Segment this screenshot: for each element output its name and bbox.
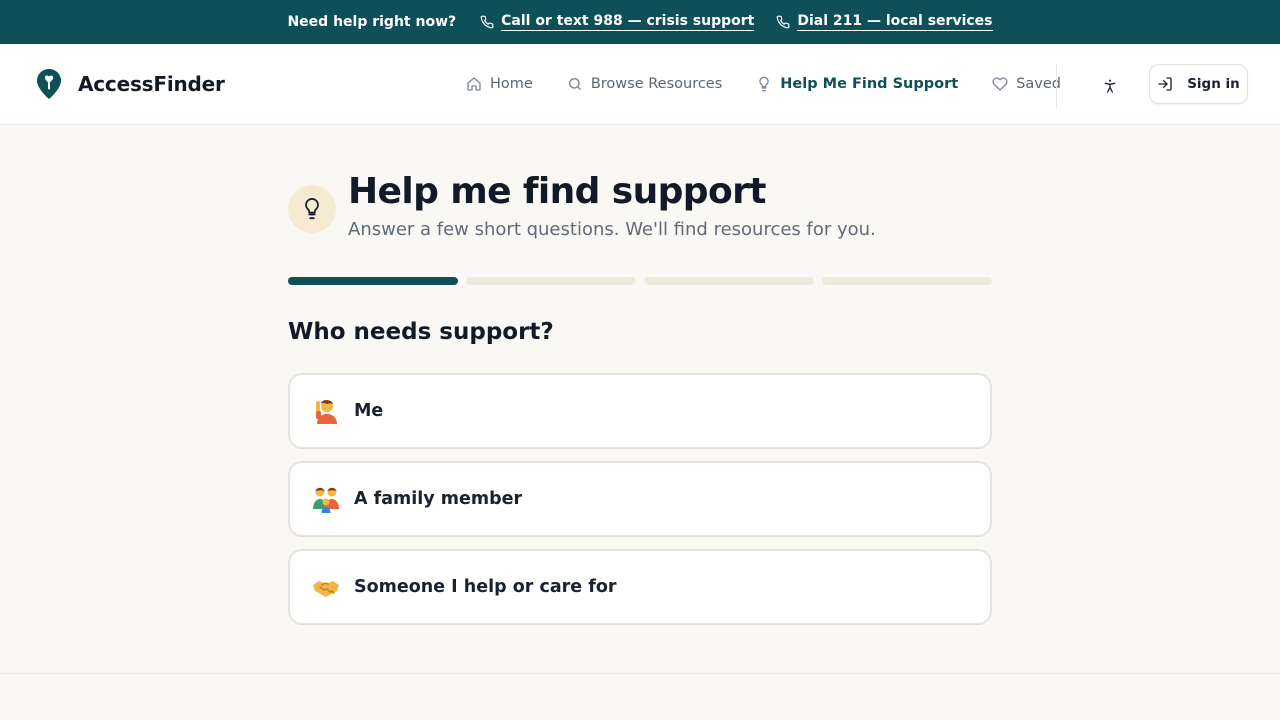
nav-item-label: Browse Resources (590, 76, 723, 92)
dial-211-link[interactable]: Dial 211 — local services (776, 13, 993, 31)
sign-in-label: Sign in (1187, 76, 1240, 92)
question-heading: Who needs support? (288, 319, 554, 345)
crisis-label: Need help right now? (287, 14, 457, 30)
option-someone-i-care-for[interactable]: Someone I help or care for (288, 549, 992, 625)
sign-in-button[interactable]: Sign in (1149, 64, 1248, 104)
option-me[interactable]: Me (288, 373, 992, 449)
phone-icon (480, 15, 494, 29)
progress-step-2 (466, 277, 636, 285)
person-raising-hand-icon (312, 397, 340, 425)
progress-step-3 (644, 277, 814, 285)
lightbulb-icon (759, 76, 769, 92)
nav-item-label: Home (490, 76, 533, 92)
option-label: A family member (354, 489, 523, 509)
main-nav: Home Browse Resources Help Me Find Suppo… (466, 72, 1061, 96)
phone-icon (777, 15, 790, 29)
brand-name: AccessFinder (78, 72, 225, 96)
nav-item-help-me-find-support[interactable]: Help Me Find Support (756, 76, 958, 92)
accessibility-button[interactable] (1098, 74, 1122, 98)
answer-options: Me A family member Someone I help or car… (288, 373, 992, 637)
handshake-icon (312, 573, 340, 601)
page-title: Help me find support (348, 171, 766, 212)
dial-211-link-text: Dial 211 — local services (797, 13, 993, 31)
step-progress (288, 277, 992, 285)
option-label: Someone I help or care for (354, 577, 617, 597)
nav-item-saved[interactable]: Saved (992, 76, 1061, 92)
progress-step-4 (822, 277, 992, 285)
crisis-banner: Need help right now? Call or text 988 — … (0, 0, 1280, 44)
page-subtitle: Answer a few short questions. We'll find… (348, 219, 876, 240)
call-988-link-text: Call or text 988 — crisis support (501, 13, 755, 31)
option-family-member[interactable]: A family member (288, 461, 992, 537)
option-label: Me (354, 401, 384, 421)
nav-item-label: Saved (1016, 76, 1061, 92)
wizard-badge (288, 185, 336, 233)
site-header: AccessFinder Home Browse Resources Help … (0, 44, 1280, 125)
nav-divider (1056, 64, 1057, 108)
footer-divider (0, 673, 1280, 674)
accessibility-icon (1104, 79, 1116, 93)
progress-step-1 (288, 277, 458, 285)
heart-icon (992, 77, 1008, 91)
sign-in-icon (1158, 77, 1172, 91)
family-icon (312, 485, 340, 513)
location-pin-icon (37, 69, 61, 99)
call-988-link[interactable]: Call or text 988 — crisis support (480, 13, 755, 31)
nav-item-browse-resources[interactable]: Browse Resources (567, 76, 722, 92)
home-icon (467, 77, 481, 91)
brand-logo[interactable]: AccessFinder (36, 68, 225, 100)
search-icon (568, 78, 581, 90)
nav-item-home[interactable]: Home (466, 76, 533, 92)
nav-item-label: Help Me Find Support (780, 76, 959, 92)
lightbulb-icon (305, 197, 319, 220)
